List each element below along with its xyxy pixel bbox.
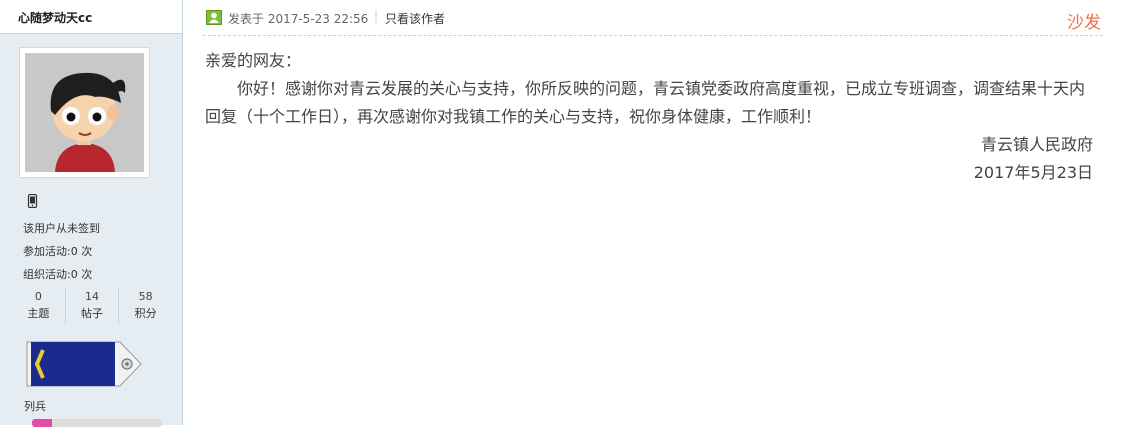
- post-meta: 发表于 2017-5-23 22:56 | 只看该作者 沙发: [203, 0, 1103, 36]
- rank-progress-fill: [32, 419, 52, 427]
- author-username[interactable]: 心随梦动天cc: [18, 9, 92, 26]
- stat-posts-value: 14: [85, 290, 99, 303]
- activity-organized: 组织活动:0 次: [23, 268, 93, 281]
- stat-topics-label: 主题: [27, 307, 50, 320]
- mobile-phone-icon[interactable]: [27, 194, 38, 208]
- post-content: 亲爱的网友： 你好！感谢你对青云发展的关心与支持，你所反映的问题，青云镇党委政府…: [205, 47, 1093, 187]
- stat-points-label: 积分: [134, 307, 157, 320]
- stat-topics[interactable]: 0 主题: [12, 288, 66, 324]
- only-author-link[interactable]: 只看该作者: [385, 10, 445, 27]
- stat-posts[interactable]: 14 帖子: [66, 288, 120, 324]
- avatar[interactable]: [19, 47, 150, 178]
- stat-topics-value: 0: [34, 290, 42, 303]
- user-stats: 0 主题 14 帖子 58 积分: [12, 288, 172, 324]
- rank-name: 列兵: [24, 400, 46, 413]
- meta-separator: |: [374, 9, 379, 23]
- author-sidebar: 心随梦动天cc 该用户从未签到 参加活动:0 次 组织活动:0 次 0 主题 1…: [0, 0, 183, 427]
- signature-date: 2017年5月23日: [973, 163, 1093, 182]
- online-status-icon: [206, 10, 222, 25]
- sign-status: 该用户从未签到: [23, 222, 100, 235]
- signature-org: 青云镇人民政府: [980, 135, 1093, 154]
- activity-joined: 参加活动:0 次: [23, 245, 93, 258]
- rank-progress-bar: [32, 419, 162, 427]
- rank-badge-icon: [26, 341, 142, 387]
- floor-label[interactable]: 沙发: [1067, 8, 1101, 33]
- post-greeting: 亲爱的网友：: [205, 51, 302, 70]
- stat-posts-label: 帖子: [81, 307, 103, 320]
- post-body-text: 你好！感谢你对青云发展的关心与支持，你所反映的问题，青云镇党委政府高度重视，已成…: [205, 79, 1086, 126]
- post-timestamp: 发表于 2017-5-23 22:56: [228, 12, 369, 26]
- stat-points[interactable]: 58 积分: [119, 288, 172, 324]
- avatar-image: [25, 53, 144, 172]
- stat-points-value: 58: [138, 290, 153, 303]
